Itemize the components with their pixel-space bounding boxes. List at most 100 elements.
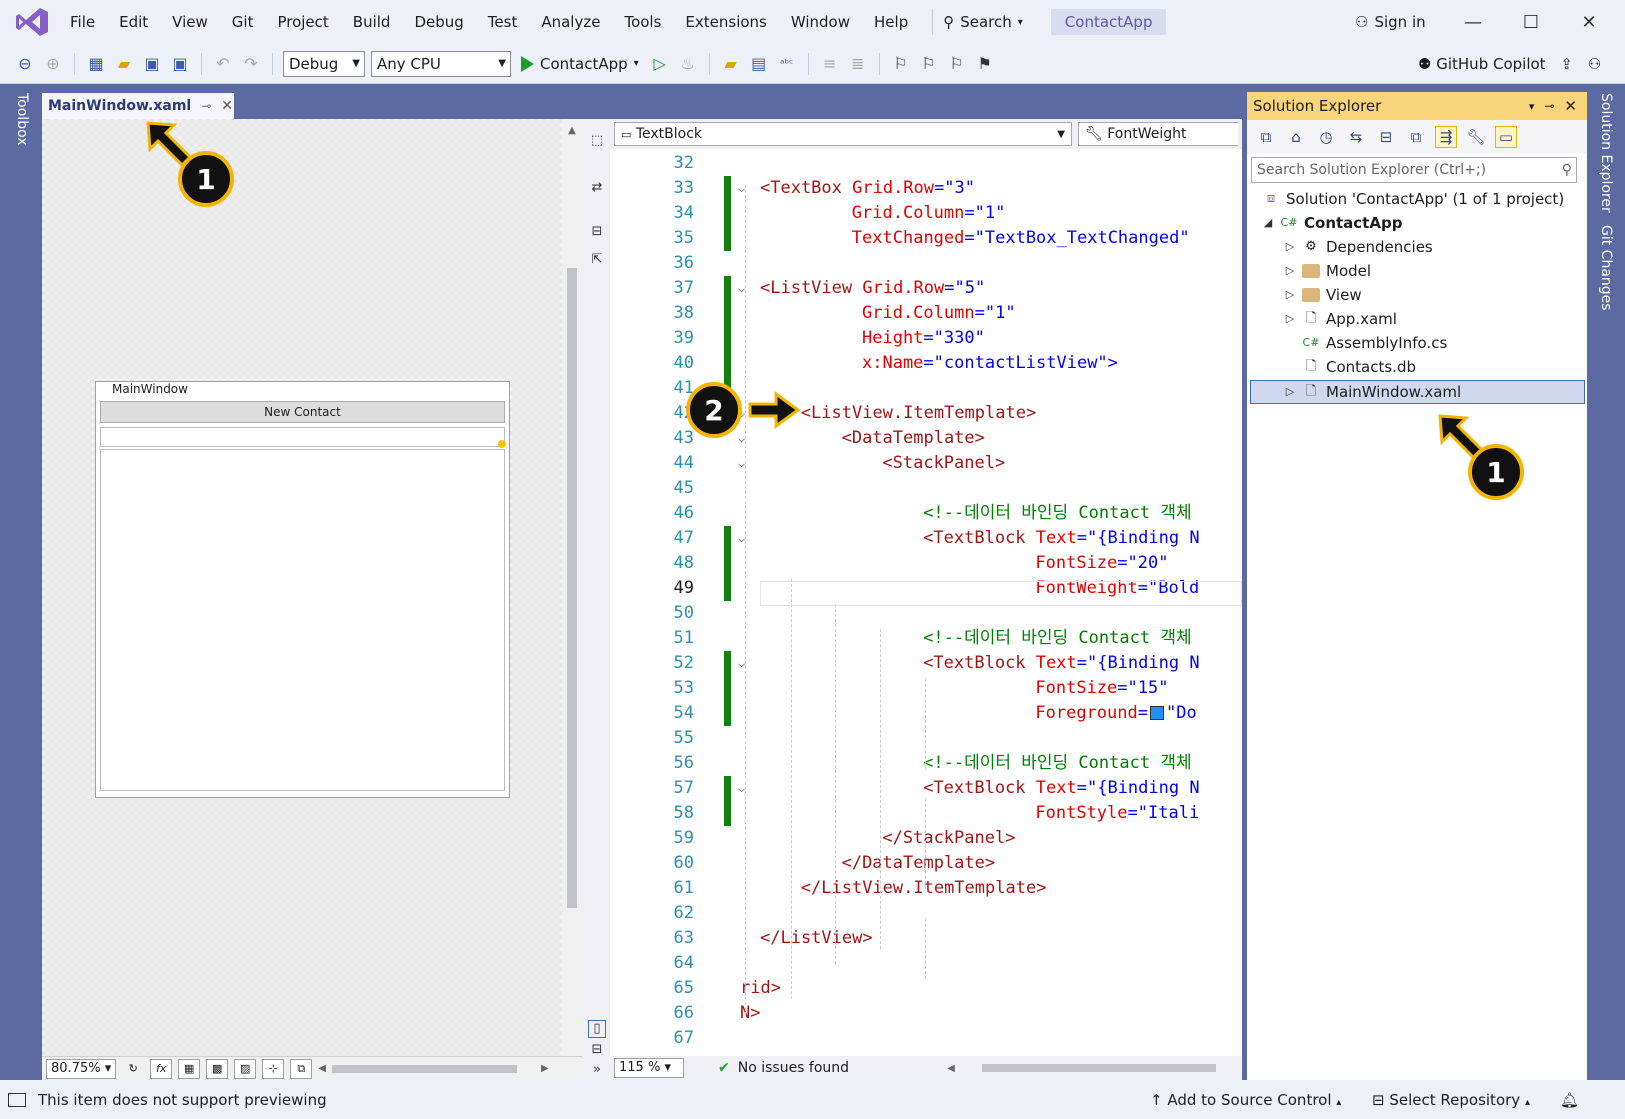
tree-item-mainwindow-xaml[interactable]: ▷ 🗋︎ MainWindow.xaml	[1284, 380, 1461, 404]
select-repository-button[interactable]: ⊟ Select Repository ▴	[1372, 1091, 1530, 1109]
code-line[interactable]: 32	[610, 151, 1242, 176]
collapse-all-icon[interactable]: ⊟	[1375, 126, 1397, 148]
designer-zoom-select[interactable]: 80.75% ▾	[46, 1058, 117, 1079]
tree-item-app-xaml[interactable]: ▷ 🗋︎ App.xaml	[1284, 307, 1397, 331]
property-navigation-combo[interactable]: 🔧︎ FontWeight	[1078, 122, 1238, 146]
minimize-button[interactable]: —	[1445, 0, 1501, 44]
listview-preview[interactable]	[100, 449, 505, 791]
code-line[interactable]: 44 ⌵ <StackPanel>	[610, 451, 1242, 476]
issues-label[interactable]: No issues found	[738, 1060, 849, 1076]
home-icon[interactable]: ⌂	[1285, 126, 1307, 148]
pin-icon[interactable]: ⊸	[201, 99, 211, 113]
next-bookmark-icon[interactable]: ⚐	[946, 53, 968, 75]
close-icon[interactable]: ✕	[1564, 97, 1577, 115]
notifications-icon[interactable]: 🔔︎	[1560, 1091, 1579, 1109]
code-line[interactable]: 62	[610, 901, 1242, 926]
editor-hscroll-thumb[interactable]	[982, 1064, 1216, 1072]
code-line[interactable]: 36	[610, 251, 1242, 276]
split-view-icon[interactable]: ⊟	[588, 224, 606, 242]
show-all-files-icon[interactable]: ⧉	[1405, 126, 1427, 148]
code-line[interactable]: 54 Foreground= "Do	[610, 701, 1242, 726]
code-line[interactable]: 60 </DataTemplate>	[610, 851, 1242, 876]
prev-bookmark-icon[interactable]: ⚐	[918, 53, 940, 75]
configuration-select[interactable]: Debug ▼	[283, 50, 365, 77]
menu-edit[interactable]: Edit	[107, 0, 160, 44]
snap-grid-icon[interactable]: ▩	[206, 1058, 229, 1079]
expanded-arrow-icon[interactable]: ◢	[1262, 211, 1274, 235]
panel-splitter[interactable]	[1242, 119, 1246, 1056]
code-line[interactable]: 59 </StackPanel>	[610, 826, 1242, 851]
hot-reload-icon[interactable]: ♨	[677, 53, 699, 75]
code-line[interactable]: 66 N>	[610, 1001, 1242, 1026]
code-line[interactable]: 64	[610, 951, 1242, 976]
spellcheck-icon[interactable]: ᵃᵇᶜ	[776, 53, 798, 75]
undo-icon[interactable]: ↶	[212, 53, 234, 75]
code-line[interactable]: 37 ⌵ <ListView Grid.Row="5"	[610, 276, 1242, 301]
artboard-icon[interactable]: ▨	[234, 1058, 257, 1079]
menu-view[interactable]: View	[160, 0, 220, 44]
code-line[interactable]: 34 Grid.Column="1"	[610, 201, 1242, 226]
track-active-item-icon[interactable]: ⇶	[1435, 126, 1457, 148]
menu-window[interactable]: Window	[779, 0, 862, 44]
menu-git[interactable]: Git	[220, 0, 266, 44]
pin-icon[interactable]: ⊸	[1544, 99, 1554, 113]
collapsed-arrow-icon[interactable]: ▷	[1284, 259, 1296, 283]
menu-extensions[interactable]: Extensions	[673, 0, 778, 44]
menu-help[interactable]: Help	[862, 0, 920, 44]
tree-item-contacts-db[interactable]: 🗋︎ Contacts.db	[1302, 355, 1416, 379]
code-line[interactable]: 33 ⌵ <TextBox Grid.Row="3"	[610, 176, 1242, 201]
layout-icon[interactable]: ▤	[748, 53, 770, 75]
code-line[interactable]: 56 <!--데이터 바인딩 Contact 객체	[610, 751, 1242, 776]
scroll-left-icon[interactable]: ◀	[947, 1063, 955, 1074]
solution-folder-icon[interactable]: ▰	[720, 53, 742, 75]
code-line[interactable]: 53 FontSize="15"	[610, 676, 1242, 701]
source-control-button[interactable]: ↑ Add to Source Control ▴	[1150, 1091, 1341, 1109]
new-contact-button-preview[interactable]: New Contact	[100, 401, 505, 423]
menu-project[interactable]: Project	[265, 0, 340, 44]
tree-item-view[interactable]: ▷ View	[1284, 283, 1362, 307]
forward-icon[interactable]: ⊕	[42, 53, 64, 75]
collapsed-arrow-icon[interactable]: ▷	[1284, 283, 1296, 307]
code-line[interactable]: 35 TextChanged="TextBox_TextChanged"	[610, 226, 1242, 251]
code-line[interactable]: 38 Grid.Column="1"	[610, 301, 1242, 326]
code-line[interactable]: 58 FontStyle="Itali	[610, 801, 1242, 826]
toolbox-tab[interactable]: Toolbox	[14, 93, 30, 146]
select-icon[interactable]: ⬚	[588, 133, 606, 151]
tree-project[interactable]: ◢ C# ContactApp	[1262, 211, 1403, 235]
switch-views-icon[interactable]: ⧉	[1255, 126, 1277, 148]
tree-item-model[interactable]: ▷ Model	[1284, 259, 1371, 283]
selection-handle[interactable]	[498, 440, 506, 448]
new-project-icon[interactable]: ▦	[85, 53, 107, 75]
sync-icon[interactable]: ⇆	[1345, 126, 1367, 148]
start-debugging-button[interactable]: ContactApp ▾	[517, 55, 643, 73]
menu-debug[interactable]: Debug	[402, 0, 475, 44]
code-line[interactable]: 51 <!--데이터 바인딩 Contact 객체	[610, 626, 1242, 651]
menu-file[interactable]: File	[58, 0, 107, 44]
visual-studio-logo-icon[interactable]	[14, 6, 50, 38]
textbox-preview[interactable]	[100, 427, 505, 447]
code-line[interactable]: 39 Height="330"	[610, 326, 1242, 351]
tree-item-dependencies[interactable]: ▷ ⚙ Dependencies	[1284, 235, 1433, 259]
comment-icon[interactable]: ≡	[819, 53, 841, 75]
save-icon[interactable]: ▣	[141, 53, 163, 75]
swap-panes-icon[interactable]: ⇄	[588, 180, 606, 198]
document-tab[interactable]: MainWindow.xaml ⊸ ✕	[42, 93, 234, 119]
menu-build[interactable]: Build	[341, 0, 403, 44]
back-icon[interactable]: ⊖	[14, 53, 36, 75]
maximize-button[interactable]: ☐	[1503, 0, 1559, 44]
history-icon[interactable]: ◷	[1315, 126, 1337, 148]
code-line[interactable]: 57 ⌵ <TextBlock Text="{Binding N	[610, 776, 1242, 801]
code-line[interactable]: 47 ⌵ <TextBlock Text="{Binding N	[610, 526, 1242, 551]
dropdown-icon[interactable]: ▾	[1529, 100, 1535, 113]
menu-analyze[interactable]: Analyze	[529, 0, 612, 44]
menu-test[interactable]: Test	[476, 0, 530, 44]
popout-icon[interactable]: ⇱	[588, 252, 606, 270]
code-line[interactable]: 45	[610, 476, 1242, 501]
collapsed-arrow-icon[interactable]: ▷	[1284, 235, 1296, 259]
snap-lines-icon[interactable]: ⊹	[262, 1058, 285, 1079]
properties-wrench-icon[interactable]: 🔧︎	[1465, 126, 1487, 148]
grid-icon[interactable]: ▦	[178, 1058, 201, 1079]
code-line[interactable]: 67	[610, 1026, 1242, 1051]
expand-pane-icon[interactable]: »	[588, 1062, 606, 1080]
clear-bookmarks-icon[interactable]: ⚑	[974, 53, 996, 75]
